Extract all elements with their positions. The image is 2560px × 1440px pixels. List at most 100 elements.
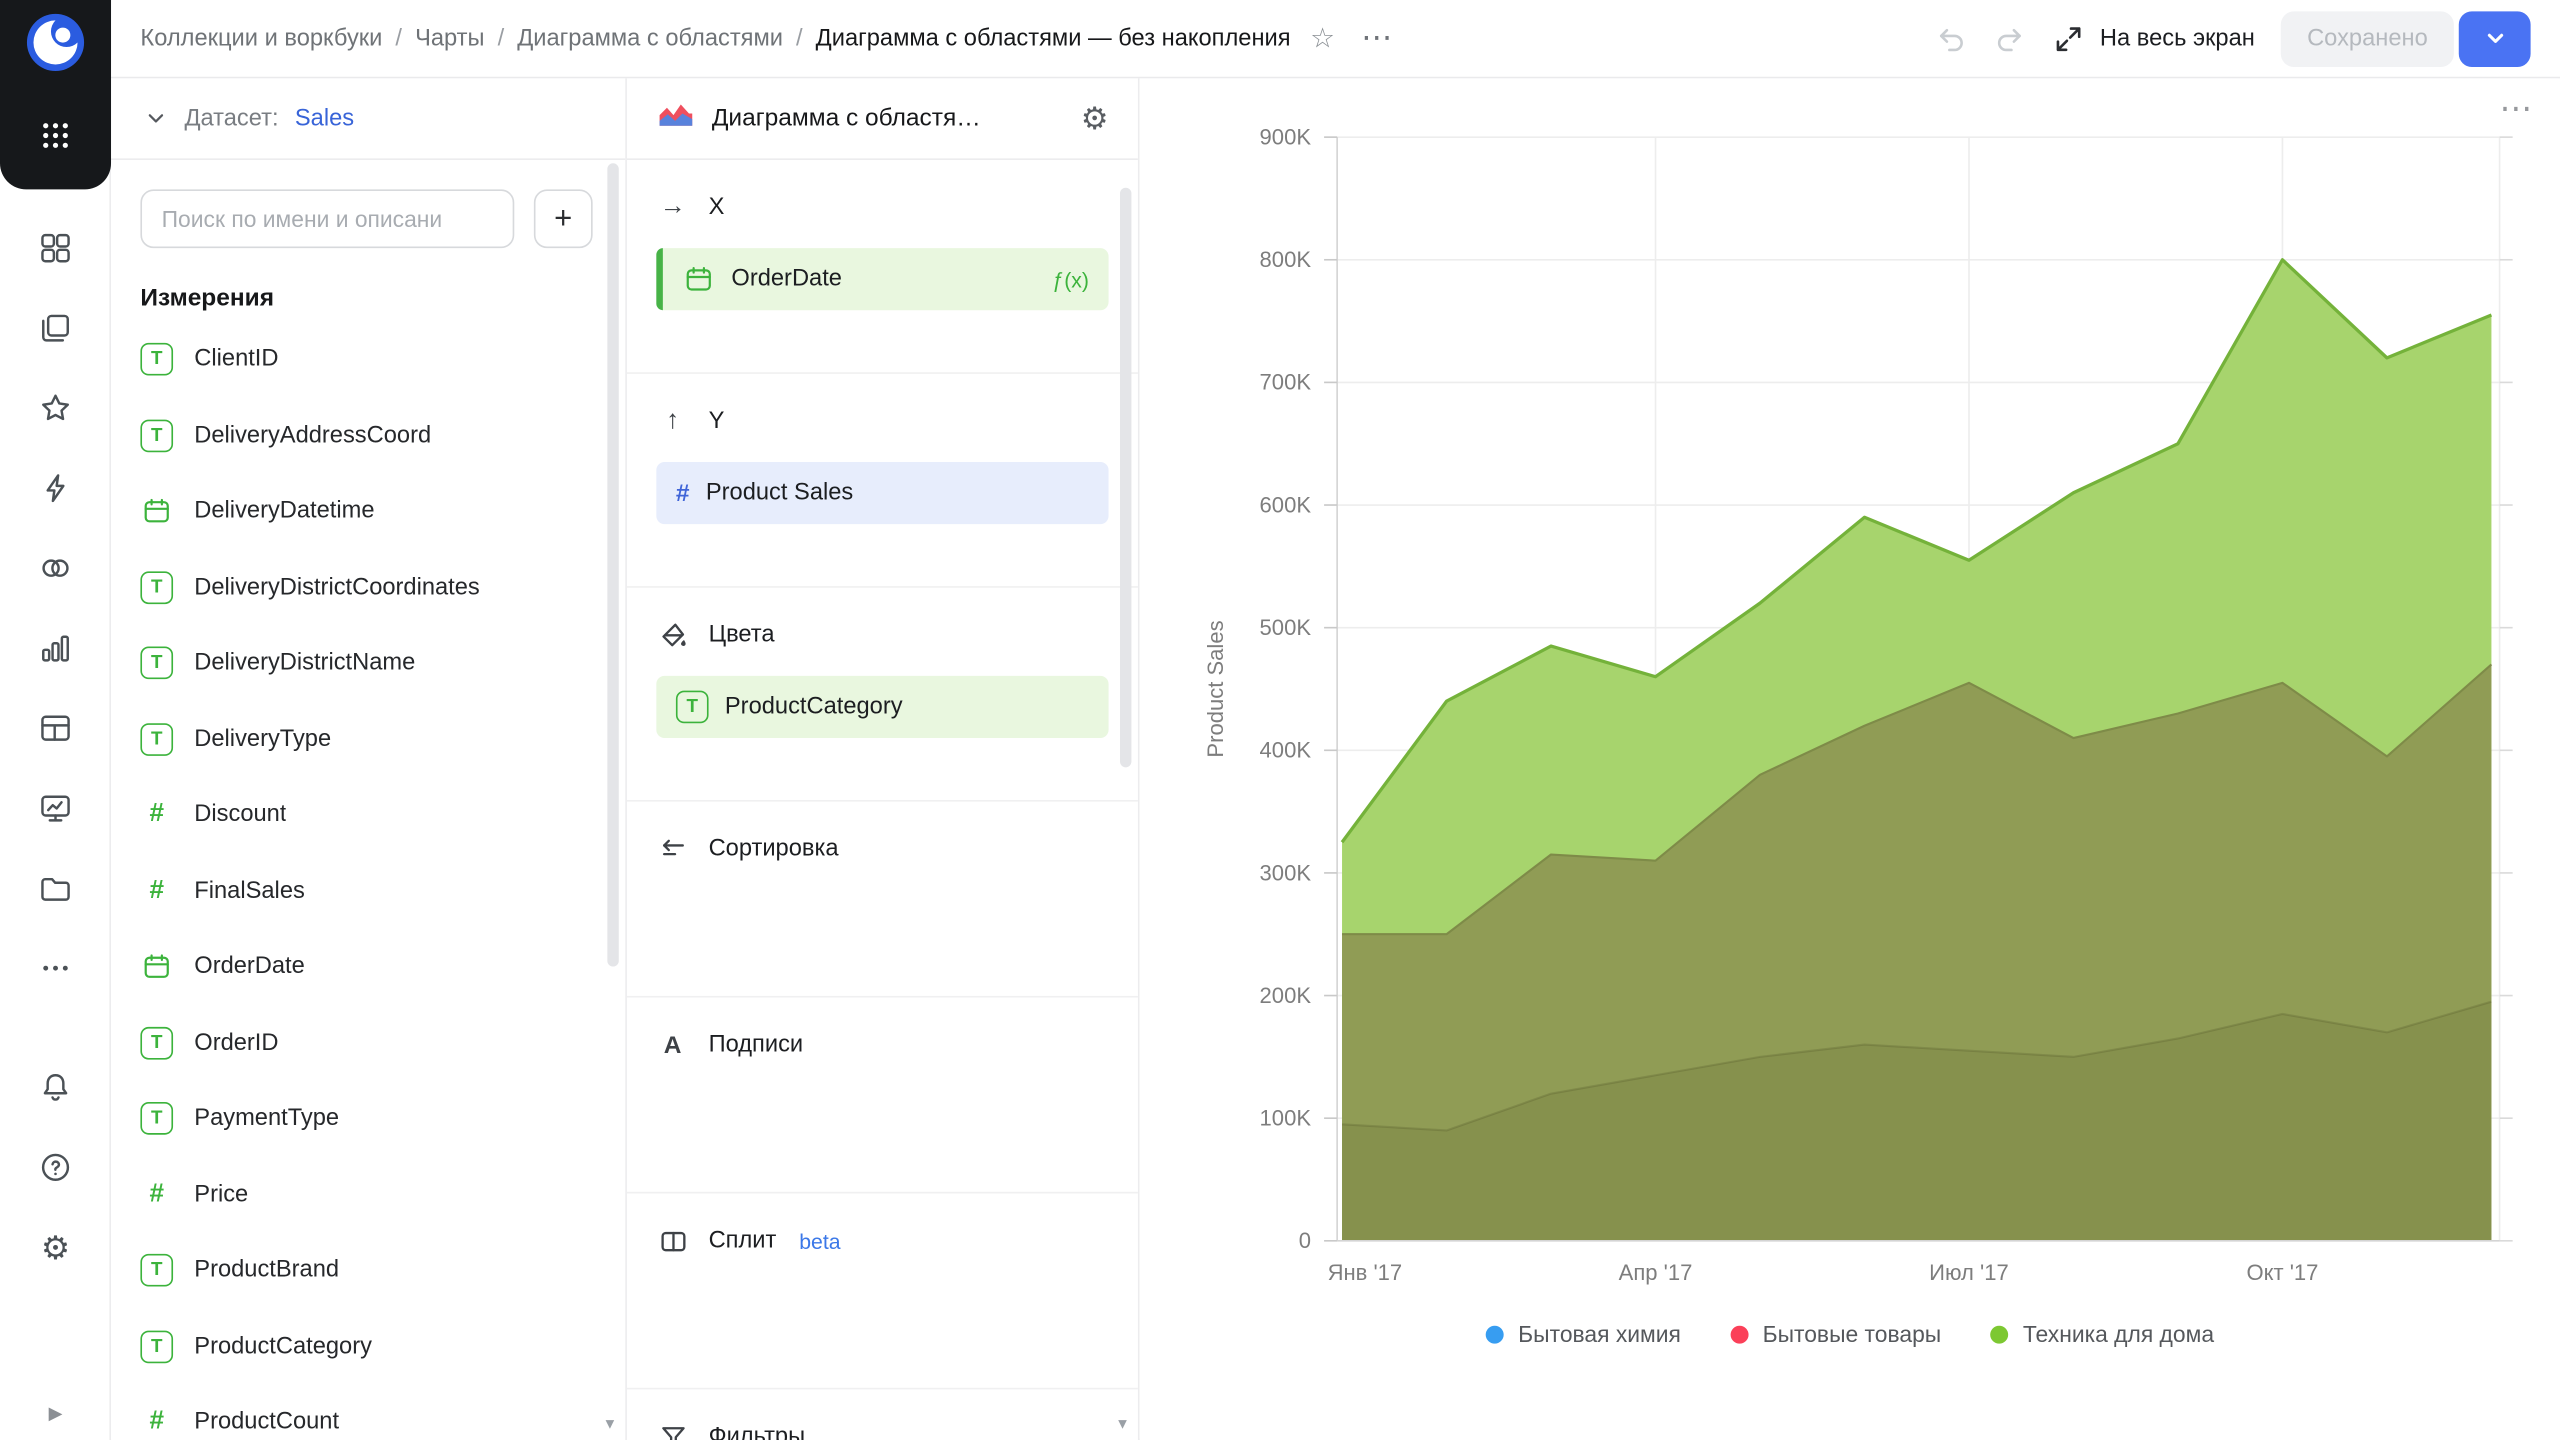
chart-settings-gear-icon[interactable]: ⚙ bbox=[1081, 100, 1109, 136]
y-axis-arrow-icon: ↑ bbox=[656, 407, 689, 436]
beta-badge: beta bbox=[799, 1229, 840, 1253]
field-name: DeliveryType bbox=[194, 726, 331, 752]
favorites-star-icon[interactable] bbox=[38, 390, 74, 426]
shelf-split-label: Сплит beta bbox=[656, 1221, 1108, 1260]
undo-icon[interactable] bbox=[1935, 22, 1968, 55]
colors-field-pill[interactable]: T ProductCategory bbox=[656, 676, 1108, 738]
chart-type-title[interactable]: Диаграмма с областя… bbox=[712, 104, 981, 132]
legend-label: Техника для дома bbox=[2023, 1321, 2214, 1347]
dataset-field-DeliveryDistrictName[interactable]: TDeliveryDistrictName bbox=[140, 625, 592, 701]
dataset-field-ProductCount[interactable]: # ProductCount bbox=[140, 1384, 592, 1440]
field-name: ProductBrand bbox=[194, 1258, 339, 1284]
dataset-field-OrderDate[interactable]: OrderDate bbox=[140, 929, 592, 1005]
legend-item[interactable]: Техника для дома bbox=[1990, 1321, 2214, 1347]
page-more-icon[interactable]: ⋯ bbox=[1361, 20, 1394, 58]
string-field-icon: T bbox=[140, 1254, 173, 1287]
dataset-field-ProductCategory[interactable]: TProductCategory bbox=[140, 1309, 592, 1385]
more-dots-icon[interactable] bbox=[38, 950, 74, 986]
fullscreen-button[interactable]: На весь экран bbox=[2053, 22, 2255, 55]
sort-icon bbox=[656, 833, 689, 864]
monitoring-icon[interactable] bbox=[38, 790, 74, 826]
breadcrumb-item[interactable]: Коллекции и воркбуки bbox=[140, 25, 382, 51]
calendar-field-icon bbox=[140, 495, 173, 528]
breadcrumb-item[interactable]: Диаграмма с областями bbox=[517, 25, 783, 51]
dataset-field-Discount[interactable]: #Discount bbox=[140, 777, 592, 853]
legend-item[interactable]: Бытовые товары bbox=[1730, 1321, 1941, 1347]
quick-actions-lightning-icon[interactable] bbox=[38, 470, 74, 506]
add-field-button[interactable]: + bbox=[534, 189, 593, 248]
dataset-selector[interactable]: Датасет: Sales bbox=[111, 78, 625, 160]
legend-dot bbox=[1730, 1325, 1748, 1343]
dataset-field-DeliveryDistrictCoordinates[interactable]: TDeliveryDistrictCoordinates bbox=[140, 549, 592, 625]
dataset-field-OrderID[interactable]: TOrderID bbox=[140, 1005, 592, 1081]
chart-legend: Бытовая химия Бытовые товары Техника для д… bbox=[1140, 1321, 2560, 1347]
string-field-icon: T bbox=[140, 1027, 173, 1060]
dataset-field-ProductBrand[interactable]: T ProductBrand bbox=[140, 1233, 592, 1309]
dataset-field-DeliveryType[interactable]: TDeliveryType bbox=[140, 701, 592, 777]
string-field-icon: T bbox=[140, 647, 173, 680]
dimensions-section-title: Измерения bbox=[140, 284, 592, 312]
shelf-sort[interactable]: Сортировка bbox=[627, 802, 1138, 998]
dataset-scrollbar[interactable] bbox=[607, 163, 618, 966]
chart-config-panel: Диаграмма с областя… ⚙ → X OrderDate ƒ(x… bbox=[627, 78, 1140, 1440]
redo-icon[interactable] bbox=[1994, 22, 2027, 55]
save-dropdown-button[interactable] bbox=[2459, 11, 2531, 67]
paint-bucket-icon bbox=[656, 620, 689, 651]
x-field-pill[interactable]: OrderDate ƒ(x) bbox=[656, 248, 1108, 310]
dataset-field-PaymentType[interactable]: TPaymentType bbox=[140, 1081, 592, 1157]
favorite-star-icon[interactable]: ☆ bbox=[1310, 22, 1335, 55]
svg-text:200K: 200K bbox=[1260, 983, 1312, 1008]
shelf-label-text: Цвета bbox=[709, 622, 775, 648]
rail-collapse-button[interactable]: ▶ bbox=[0, 1402, 111, 1423]
shelf-colors-label: Цвета bbox=[656, 616, 1108, 655]
storage-folder-icon[interactable] bbox=[38, 870, 74, 906]
saved-button[interactable]: Сохранено bbox=[2281, 11, 2454, 67]
expand-icon bbox=[2053, 22, 2086, 55]
dataset-field-ClientID[interactable]: TClientID bbox=[140, 322, 592, 398]
y-field-pill[interactable]: # Product Sales bbox=[656, 462, 1108, 524]
field-name: ProductCategory bbox=[194, 1333, 372, 1359]
breadcrumb-item[interactable]: Чарты bbox=[415, 25, 484, 51]
dataset-name-link[interactable]: Sales bbox=[295, 105, 354, 131]
string-field-icon: T bbox=[676, 691, 709, 724]
shelf-label-text: Y bbox=[709, 408, 725, 434]
number-field-icon: # bbox=[140, 1406, 173, 1439]
breadcrumb: Коллекции и воркбуки/Чарты/Диаграмма с о… bbox=[140, 25, 1290, 51]
dataset-field-FinalSales[interactable]: #FinalSales bbox=[140, 853, 592, 929]
services-circles-icon[interactable] bbox=[38, 550, 74, 586]
svg-text:500K: 500K bbox=[1260, 615, 1312, 640]
dataset-field-DeliveryDatetime[interactable]: DeliveryDatetime bbox=[140, 473, 592, 549]
collections-icon[interactable] bbox=[38, 310, 74, 346]
datasets-table-icon[interactable] bbox=[38, 710, 74, 746]
charts-icon[interactable] bbox=[38, 630, 74, 666]
search-input[interactable] bbox=[140, 189, 514, 248]
svg-text:100K: 100K bbox=[1260, 1106, 1312, 1131]
dataset-field-DeliveryAddressCoord[interactable]: TDeliveryAddressCoord bbox=[140, 398, 592, 474]
chart-more-icon[interactable]: ⋯ bbox=[2500, 88, 2534, 129]
save-button-group: Сохранено bbox=[2281, 11, 2531, 67]
help-icon[interactable] bbox=[38, 1149, 74, 1185]
scroll-down-indicator: ▼ bbox=[1115, 1416, 1130, 1432]
shelf-filters[interactable]: Фильтры bbox=[627, 1389, 1138, 1440]
scroll-down-indicator: ▼ bbox=[603, 1416, 618, 1432]
config-scrollbar[interactable] bbox=[1120, 188, 1131, 768]
shelf-split[interactable]: Сплит beta bbox=[627, 1193, 1138, 1389]
logo-tile bbox=[0, 0, 111, 189]
datalens-logo[interactable] bbox=[23, 10, 88, 83]
notifications-bell-icon[interactable] bbox=[38, 1069, 74, 1105]
dataset-field-Price[interactable]: #Price bbox=[140, 1157, 592, 1233]
svg-text:Июл '17: Июл '17 bbox=[1929, 1260, 2009, 1285]
formula-icon[interactable]: ƒ(x) bbox=[1052, 267, 1089, 291]
widgets-icon[interactable] bbox=[38, 230, 74, 266]
legend-item[interactable]: Бытовая химия bbox=[1486, 1321, 1681, 1347]
field-name: ProductCount bbox=[194, 1409, 339, 1435]
string-field-icon: T bbox=[140, 1102, 173, 1135]
area-chart-type-icon[interactable] bbox=[656, 98, 695, 139]
pill-field-name: ProductCategory bbox=[725, 694, 903, 720]
apps-grid-icon[interactable] bbox=[39, 119, 72, 160]
field-name: Price bbox=[194, 1182, 248, 1208]
number-field-icon: # bbox=[140, 875, 173, 908]
shelf-labels[interactable]: A Подписи bbox=[627, 998, 1138, 1194]
svg-text:400K: 400K bbox=[1260, 738, 1312, 763]
settings-gear-icon[interactable]: ⚙ bbox=[38, 1229, 74, 1265]
